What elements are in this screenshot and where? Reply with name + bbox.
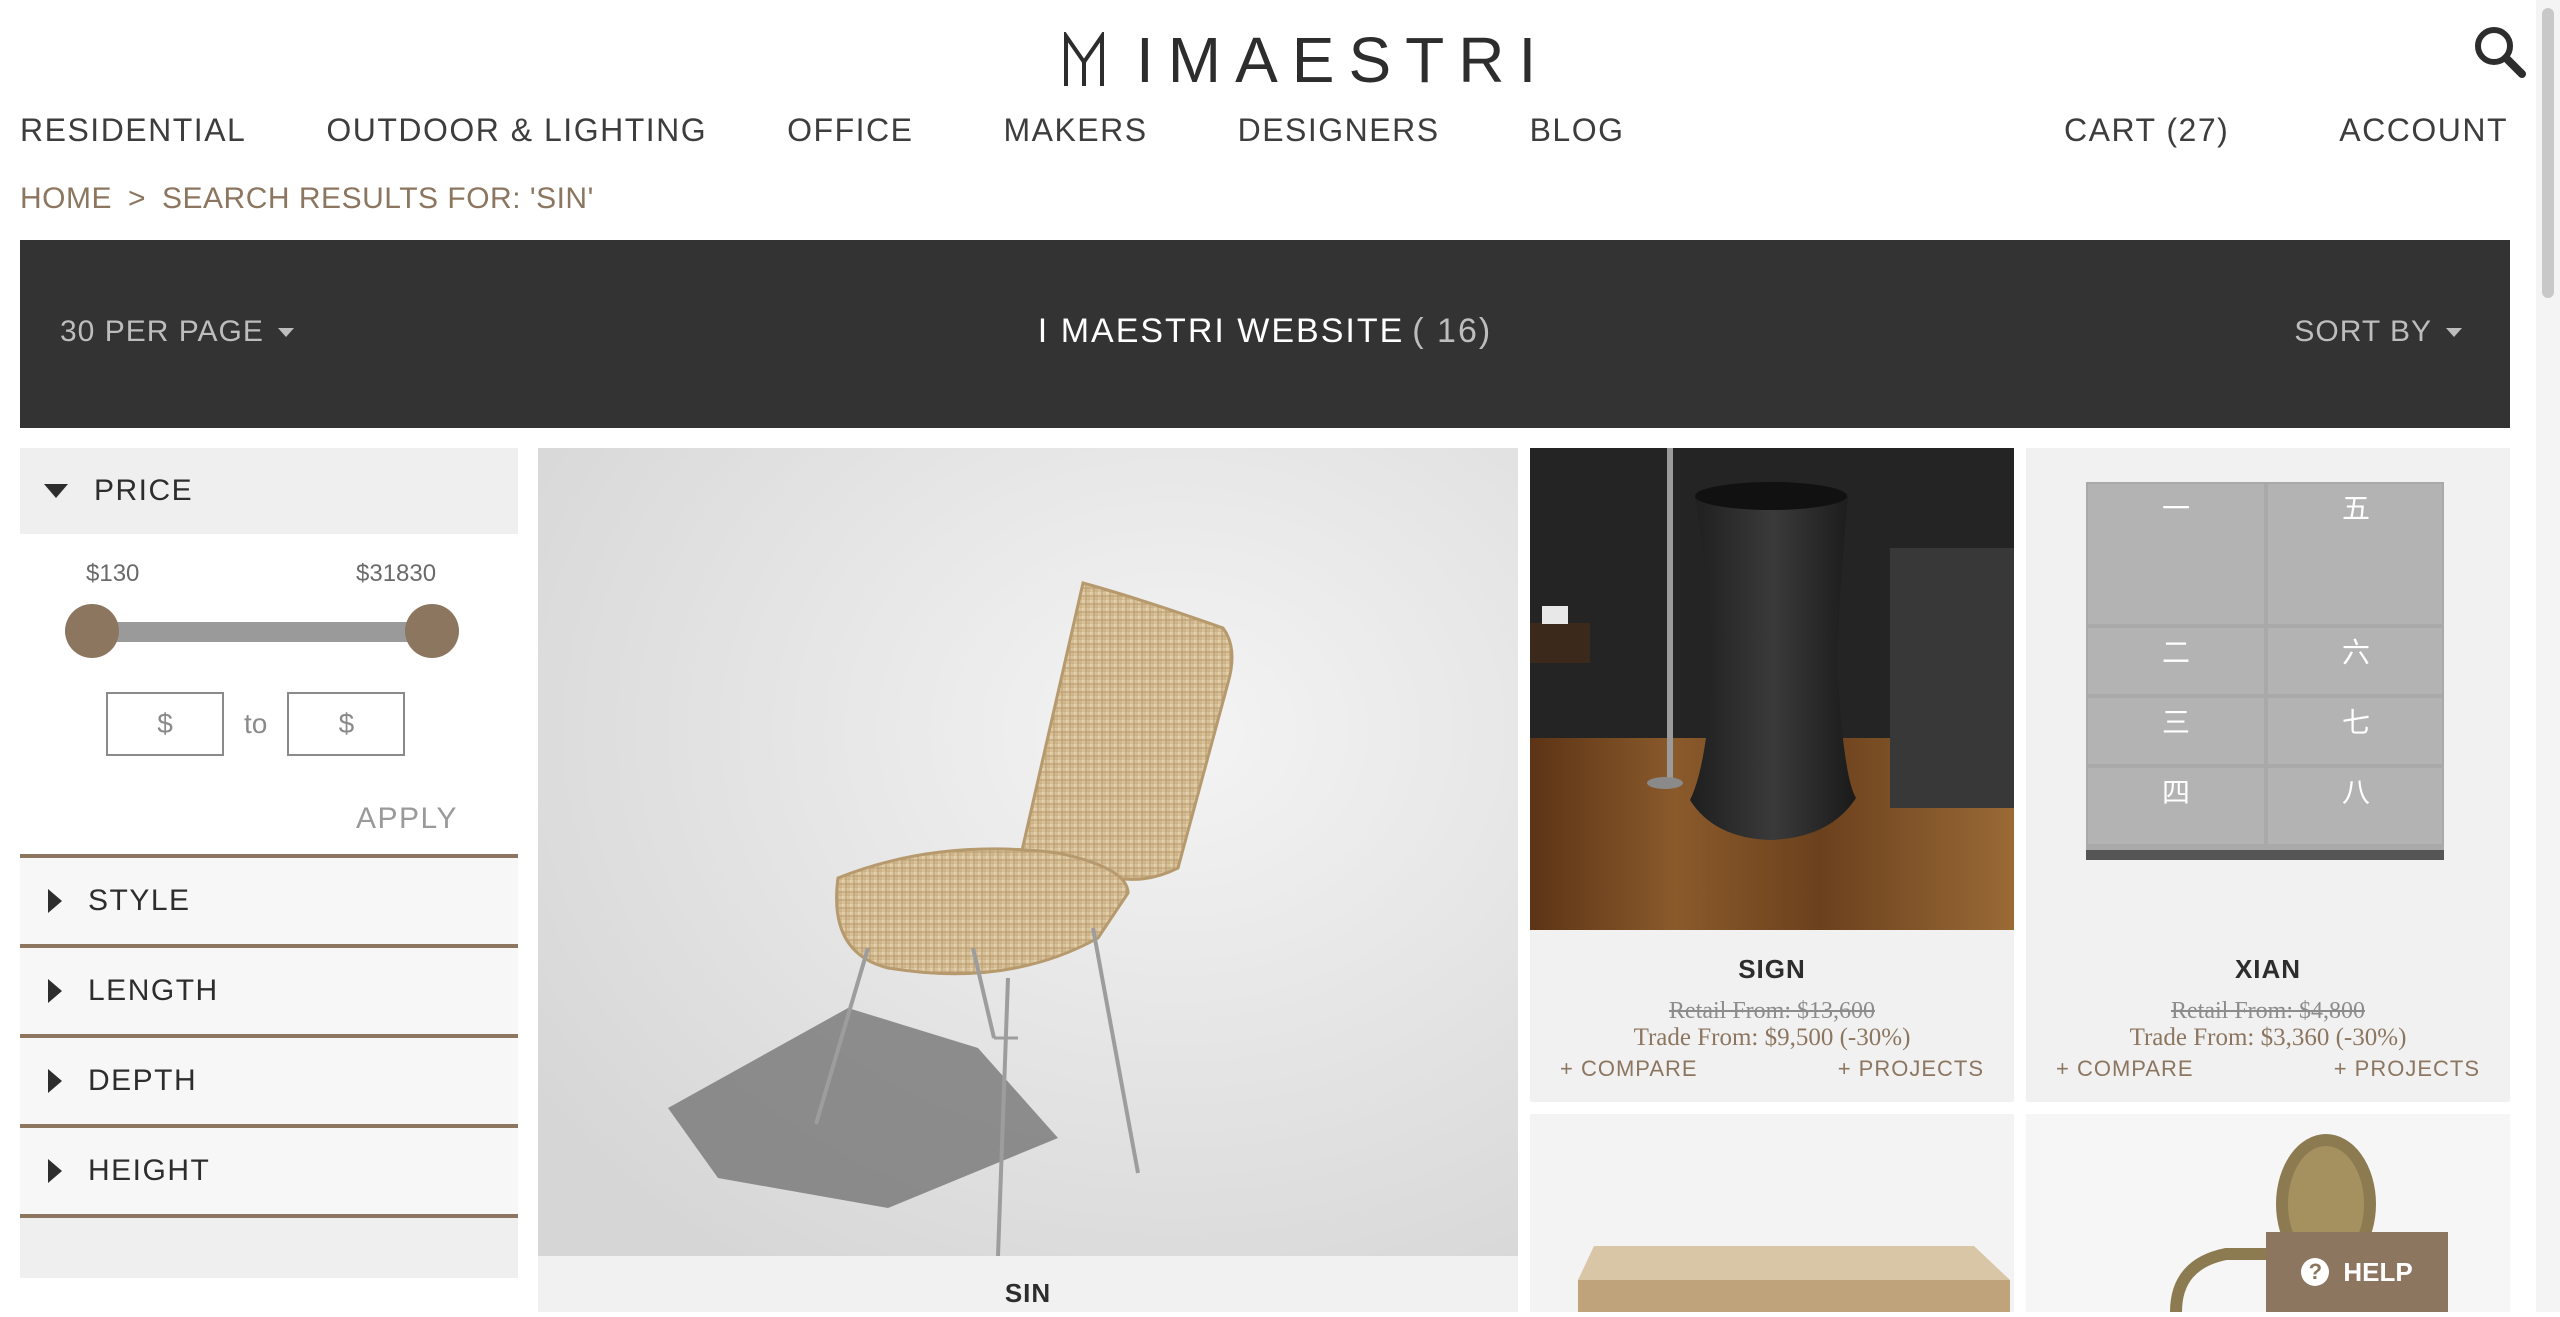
panel-char-5: 五 — [2342, 492, 2370, 525]
cabinet-image: 一 五 二 六 三 七 四 八 — [2026, 448, 2510, 930]
results-site-name: I MAESTRI WEBSITE — [1037, 312, 1405, 350]
logo-wordmark: IMAESTRI — [1136, 24, 1551, 96]
nav-makers[interactable]: MAKERS — [1003, 112, 1147, 149]
projects-button-xian[interactable]: + PROJECTS — [2334, 1056, 2480, 1082]
results-count: ( 16) — [1412, 312, 1493, 350]
breadcrumb-home[interactable]: HOME — [20, 182, 112, 216]
trade-price-sign: Trade From: $9,500 (-30%) — [1633, 1024, 1911, 1051]
retail-price-xian: Retail From: $4,800 — [2171, 998, 2365, 1024]
filter-length[interactable]: LENGTH — [20, 944, 518, 1034]
product-card-xian[interactable]: 一 五 二 六 三 七 四 八 XIAN Retail From: $4,800… — [2026, 448, 2510, 1102]
price-to-label: to — [244, 708, 268, 739]
price-inputs: to — [106, 692, 518, 756]
caret-down-icon — [2446, 327, 2462, 337]
price-slider-max-handle[interactable] — [405, 604, 459, 658]
trade-price-xian: Trade From: $3,360 (-30%) — [2129, 1024, 2407, 1051]
triangle-right-icon — [48, 979, 62, 1003]
retail-price-sign: Retail From: $13,600 — [1669, 998, 1875, 1024]
nav-blog[interactable]: BLOG — [1530, 112, 1625, 149]
help-button[interactable]: ? HELP — [2266, 1232, 2448, 1312]
filter-length-title: LENGTH — [88, 974, 219, 1007]
product-name-sign[interactable]: SIGN — [1530, 954, 2014, 985]
filter-depth[interactable]: DEPTH — [20, 1034, 518, 1124]
price-range-labels: $130 $31830 — [20, 534, 518, 594]
page-scrollbar[interactable] — [2536, 0, 2560, 1312]
rattan-chair-image — [538, 448, 1518, 1256]
projects-button-sign[interactable]: + PROJECTS — [1838, 1056, 1984, 1082]
nav-designers[interactable]: DESIGNERS — [1238, 112, 1440, 149]
sort-by-label: SORT BY — [2294, 315, 2432, 348]
panel-char-3: 三 — [2162, 706, 2190, 739]
filter-style[interactable]: STYLE — [20, 854, 518, 944]
apply-button[interactable]: APPLY — [20, 802, 518, 836]
price-from-input[interactable] — [106, 692, 224, 756]
main-nav: RESIDENTIAL OUTDOOR & LIGHTING OFFICE MA… — [20, 112, 1705, 149]
breadcrumb: HOME > SEARCH RESULTS FOR: 'SIN' — [20, 182, 594, 216]
triangle-right-icon — [48, 1069, 62, 1093]
compare-button-sign[interactable]: + COMPARE — [1560, 1056, 1698, 1082]
price-to-input[interactable] — [287, 692, 406, 756]
help-label: HELP — [2343, 1256, 2413, 1287]
filter-depth-title: DEPTH — [88, 1064, 198, 1097]
product-name-xian[interactable]: XIAN — [2026, 954, 2510, 985]
product-image-xian[interactable]: 一 五 二 六 三 七 四 八 — [2026, 448, 2510, 930]
account-link[interactable]: ACCOUNT — [2339, 112, 2508, 149]
sort-by-dropdown[interactable]: SORT BY — [2294, 315, 2462, 349]
results-title: I MAESTRI WEBSITE( 16) — [20, 312, 2510, 351]
product-card-table[interactable] — [1530, 1114, 2014, 1312]
account-nav: CART (27) ACCOUNT — [2064, 112, 2508, 149]
filter-sidebar: PRICE $130 $31830 to APPLY STYLE LENGTH … — [20, 448, 518, 1312]
panel-char-7: 七 — [2342, 706, 2370, 739]
product-card-sign[interactable]: SIGN Retail From: $13,600 Trade From: $9… — [1530, 448, 2014, 1102]
product-name-sin[interactable]: SIN — [538, 1278, 1518, 1309]
panel-char-1: 一 — [2162, 492, 2190, 525]
price-min-label: $130 — [86, 560, 140, 587]
price-max-label: $31830 — [356, 560, 437, 587]
price-slider-track[interactable] — [92, 622, 432, 642]
panel-char-8: 八 — [2342, 776, 2370, 809]
nav-office[interactable]: OFFICE — [787, 112, 913, 149]
breadcrumb-current: SEARCH RESULTS FOR: 'SIN' — [162, 182, 594, 215]
filter-price-title: PRICE — [94, 474, 194, 507]
nav-outdoor-lighting[interactable]: OUTDOOR & LIGHTING — [326, 112, 707, 149]
panel-char-6: 六 — [2342, 636, 2370, 669]
filter-section-end — [20, 1214, 518, 1278]
triangle-down-icon — [44, 484, 68, 498]
washbasin-image — [1530, 448, 2014, 930]
logo-monogram-icon — [1064, 32, 1104, 86]
breadcrumb-separator: > — [128, 182, 147, 215]
cart-link[interactable]: CART (27) — [2064, 112, 2229, 149]
compare-button-xian[interactable]: + COMPARE — [2056, 1056, 2194, 1082]
results-toolbar: 30 PER PAGE I MAESTRI WEBSITE( 16) SORT … — [20, 240, 2510, 428]
triangle-right-icon — [48, 889, 62, 913]
price-slider[interactable] — [20, 594, 518, 664]
product-card-sin[interactable]: SIN — [538, 448, 1518, 1312]
product-image-sin[interactable] — [538, 448, 1518, 1256]
scrollbar-thumb[interactable] — [2542, 8, 2554, 298]
filter-height[interactable]: HEIGHT — [20, 1124, 518, 1214]
product-image-table[interactable] — [1530, 1114, 2014, 1312]
search-icon[interactable] — [2472, 24, 2526, 78]
help-icon: ? — [2301, 1258, 2330, 1286]
nav-residential[interactable]: RESIDENTIAL — [20, 112, 246, 149]
product-image-sign[interactable] — [1530, 448, 2014, 930]
triangle-right-icon — [48, 1159, 62, 1183]
filter-height-title: HEIGHT — [88, 1154, 211, 1187]
site-logo[interactable]: IMAESTRI — [1062, 28, 1550, 92]
filter-price-header[interactable]: PRICE — [20, 448, 518, 534]
filter-style-title: STYLE — [88, 884, 191, 917]
panel-char-2: 二 — [2162, 636, 2190, 669]
price-slider-min-handle[interactable] — [65, 604, 119, 658]
panel-char-4: 四 — [2162, 776, 2190, 809]
